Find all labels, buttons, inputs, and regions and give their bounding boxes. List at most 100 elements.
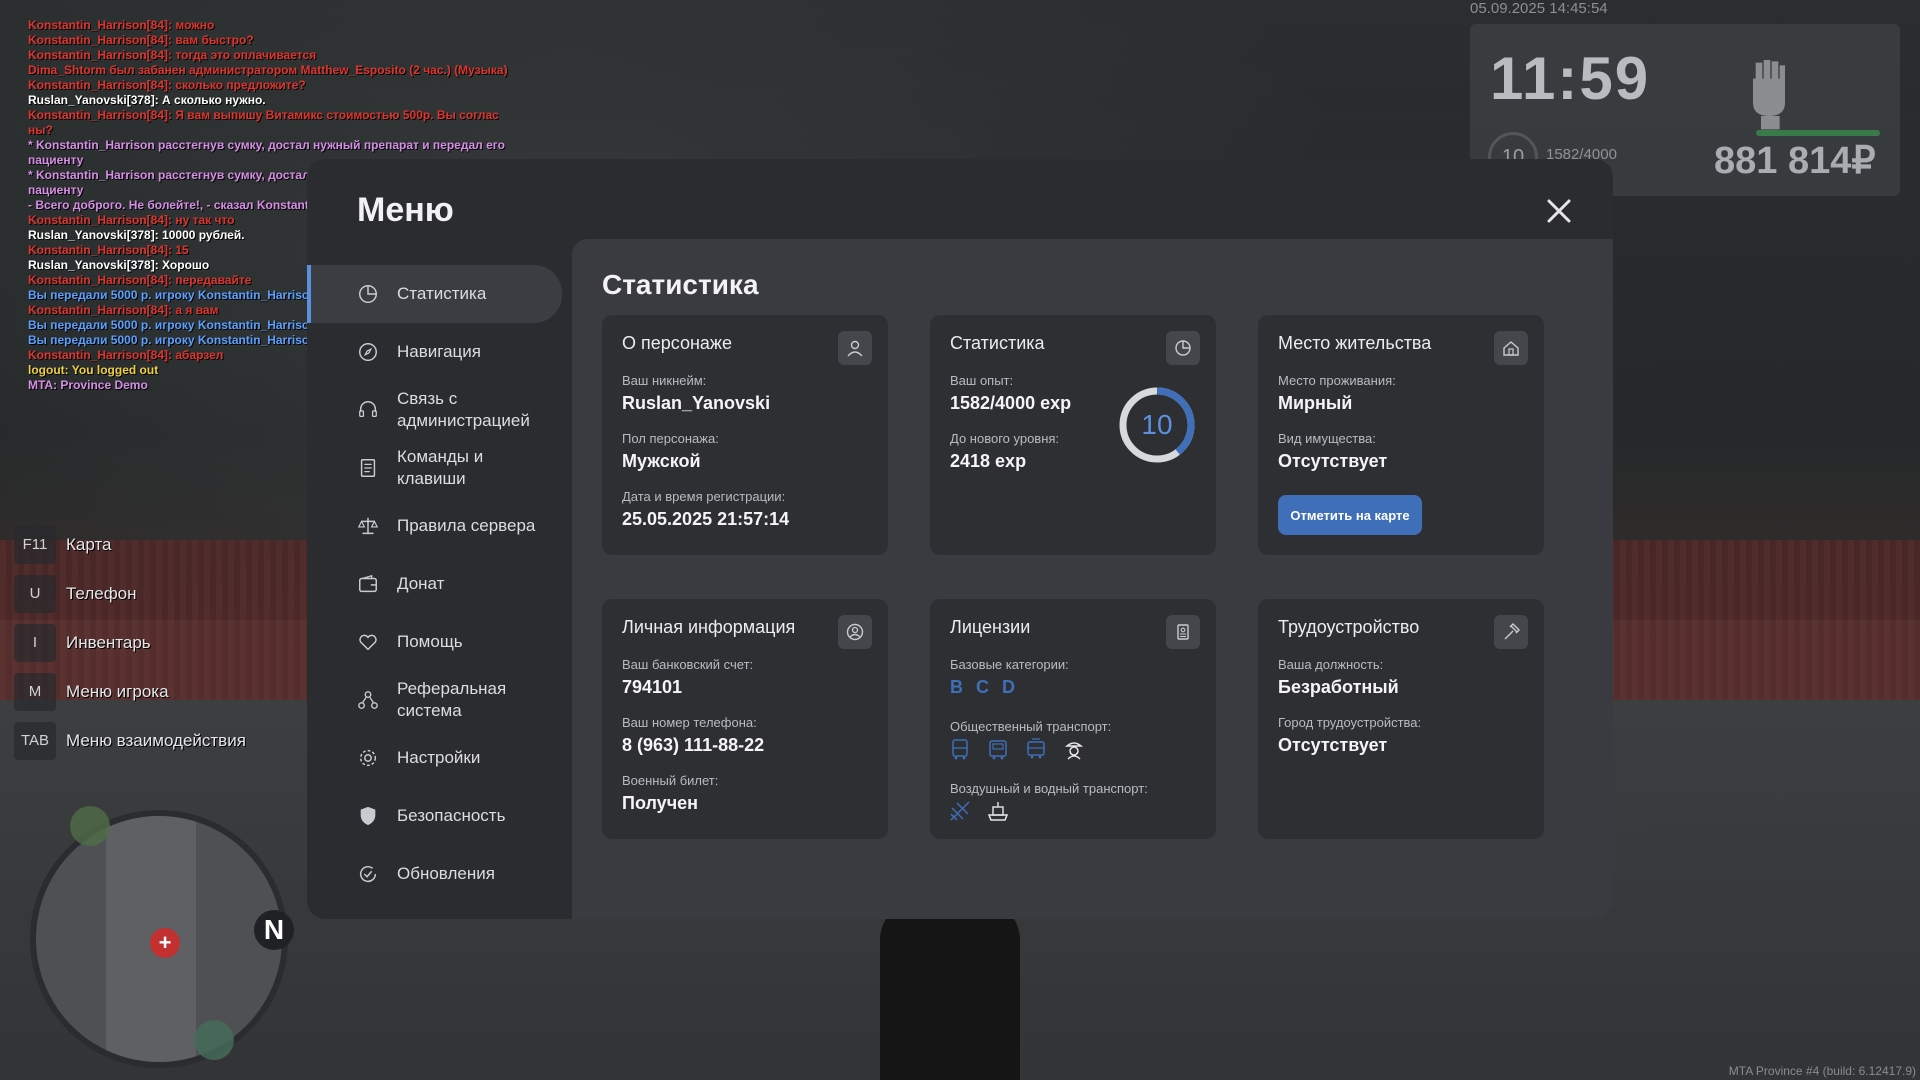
- field-label: Ваш никнейм:: [622, 373, 707, 388]
- hotkey-phone[interactable]: U Телефон: [14, 569, 314, 618]
- next-level-value: 2418 exp: [950, 451, 1027, 471]
- registration-value: 25.05.2025 21:57:14: [622, 509, 790, 529]
- exp-value: 1582/4000 exp: [950, 393, 1072, 413]
- sidebar-item-label: Команды и клавиши: [397, 447, 484, 488]
- key-cap: M: [14, 672, 56, 711]
- position-value: Безработный: [1278, 677, 1399, 697]
- sidebar-item-rules[interactable]: Правила сервера: [307, 497, 569, 555]
- gear-icon: [359, 749, 377, 767]
- chat-message: Konstantin_Harrison[84]: Я вам выпишу Ви…: [28, 108, 499, 137]
- key-cap: I: [14, 623, 56, 662]
- field-label: Город трудоустройства:: [1278, 715, 1422, 730]
- pie-chart-icon: [1166, 331, 1200, 365]
- card-residence: Место жительства Место проживания: Мирны…: [1258, 315, 1544, 555]
- sidebar-item-navigation[interactable]: Навигация: [307, 323, 569, 381]
- refresh-check-icon: [360, 865, 377, 883]
- card-licenses: Лицензии Базовые категории: B C D Общест…: [930, 599, 1216, 839]
- bank-icon: [70, 806, 110, 846]
- gender-value: Мужской: [622, 451, 701, 471]
- field-label: Ваша должность:: [1278, 657, 1384, 672]
- sidebar-item-label: Связь с администрацией: [397, 389, 530, 430]
- phone-value: 8 (963) 111-88-22: [622, 735, 765, 755]
- hotkey-inventory[interactable]: I Инвентарь: [14, 618, 314, 667]
- sidebar-item-statistics[interactable]: Статистика: [307, 265, 562, 323]
- employment-city-value: Отсутствует: [1278, 735, 1388, 755]
- chat-message: Konstantin_Harrison[84]: можно: [28, 18, 215, 32]
- scales-icon: [357, 517, 379, 535]
- license-category-b: B: [950, 677, 963, 697]
- field-label: Дата и время регистрации:: [622, 489, 786, 504]
- headset-icon: [359, 401, 377, 418]
- sidebar-item-donate[interactable]: Донат: [307, 555, 569, 613]
- field-label: Ваш номер телефона:: [622, 715, 757, 730]
- heart-hand-icon: [359, 634, 377, 651]
- player-menu-window: Меню Статистика Навигация Связь с админи…: [307, 159, 1613, 919]
- taxi-driver-icon: [1062, 737, 1088, 763]
- hammer-icon: [1494, 615, 1528, 649]
- users-network-icon: [358, 691, 378, 709]
- menu-title: Меню: [357, 191, 454, 229]
- chat-message: Ruslan_Yanovski[378]: А сколько нужно.: [28, 93, 266, 107]
- airplane-icon: [948, 799, 974, 825]
- hud-datetime: 05.09.2025 14:45:54: [1470, 0, 1608, 17]
- sidebar-item-commands[interactable]: Команды и клавиши: [307, 439, 569, 497]
- sidebar-item-security[interactable]: Безопасность: [307, 787, 569, 845]
- sidebar-item-label: Реферальная система: [397, 679, 507, 720]
- field-label: До нового уровня:: [950, 431, 1060, 446]
- hotkey-interaction-menu[interactable]: TAB Меню взаимодействия: [14, 716, 314, 765]
- hotkey-label: Карта: [66, 534, 112, 554]
- sidebar-item-contact-admin[interactable]: Связь с администрацией: [307, 381, 569, 439]
- card-title: Трудоустройство: [1278, 617, 1420, 637]
- bank-account-value: 794101: [622, 677, 683, 697]
- build-info: MTA Province #4 (build: 6.12417.9): [1728, 1064, 1916, 1078]
- nickname-value: Ruslan_Yanovski: [622, 393, 771, 413]
- pie-chart-icon: [359, 285, 377, 303]
- close-icon: [1547, 199, 1571, 223]
- sidebar-item-updates[interactable]: Обновления: [307, 845, 569, 903]
- field-label: Место проживания:: [1278, 373, 1396, 388]
- field-label: Пол персонажа:: [622, 431, 719, 446]
- menu-sidebar: Статистика Навигация Связь с администрац…: [307, 265, 569, 903]
- sidebar-item-label: Помощь: [397, 632, 463, 651]
- key-cap: TAB: [14, 721, 56, 760]
- key-cap: F11: [14, 525, 56, 564]
- sidebar-item-settings[interactable]: Настройки: [307, 729, 569, 787]
- chat-message: Konstantin_Harrison[84]: тогда это оплач…: [28, 48, 317, 62]
- sidebar-item-label: Обновления: [397, 864, 495, 883]
- bus-icon: [948, 737, 974, 763]
- hotkey-label: Инвентарь: [66, 632, 151, 652]
- card-title: Статистика: [950, 333, 1045, 353]
- sidebar-item-help[interactable]: Помощь: [307, 613, 569, 671]
- residence-value: Мирный: [1278, 393, 1353, 413]
- hotkey-label: Телефон: [66, 583, 137, 603]
- level-value: 10: [1141, 409, 1173, 440]
- field-label: Ваш банковский счет:: [622, 657, 754, 672]
- tram-icon: [1024, 737, 1050, 763]
- trolleybus-icon: [986, 737, 1012, 763]
- fist-icon: [1742, 52, 1796, 132]
- field-label: Ваш опыт:: [950, 373, 1014, 388]
- id-card-icon: [1166, 615, 1200, 649]
- document-list-icon: [360, 459, 376, 477]
- user-circle-icon: [838, 615, 872, 649]
- compass-icon: [359, 343, 377, 361]
- hud-time: 11:59: [1490, 45, 1651, 112]
- user-icon: [838, 331, 872, 365]
- field-label: Базовые категории:: [950, 657, 1069, 672]
- ship-icon: [986, 799, 1012, 825]
- sidebar-item-label: Настройки: [397, 748, 481, 767]
- public-transport-icons: [948, 737, 1100, 763]
- card-title: Личная информация: [622, 617, 796, 637]
- field-label: Вид имущества:: [1278, 431, 1376, 446]
- card-personal-info: Личная информация Ваш банковский счет: 7…: [602, 599, 888, 839]
- close-button[interactable]: [1539, 191, 1579, 231]
- hotkey-map[interactable]: F11 Карта: [14, 520, 314, 569]
- hospital-icon: +: [150, 928, 180, 958]
- mark-on-map-button[interactable]: Отметить на карте: [1278, 495, 1422, 535]
- hotkey-player-menu[interactable]: M Меню игрока: [14, 667, 314, 716]
- sidebar-item-referral[interactable]: Реферальная система: [307, 671, 569, 729]
- health-bar: [1756, 130, 1880, 136]
- field-label: Военный билет:: [622, 773, 719, 788]
- shield-icon: [360, 806, 376, 826]
- card-statistics: Статистика Ваш опыт: 1582/4000 exp До но…: [930, 315, 1216, 555]
